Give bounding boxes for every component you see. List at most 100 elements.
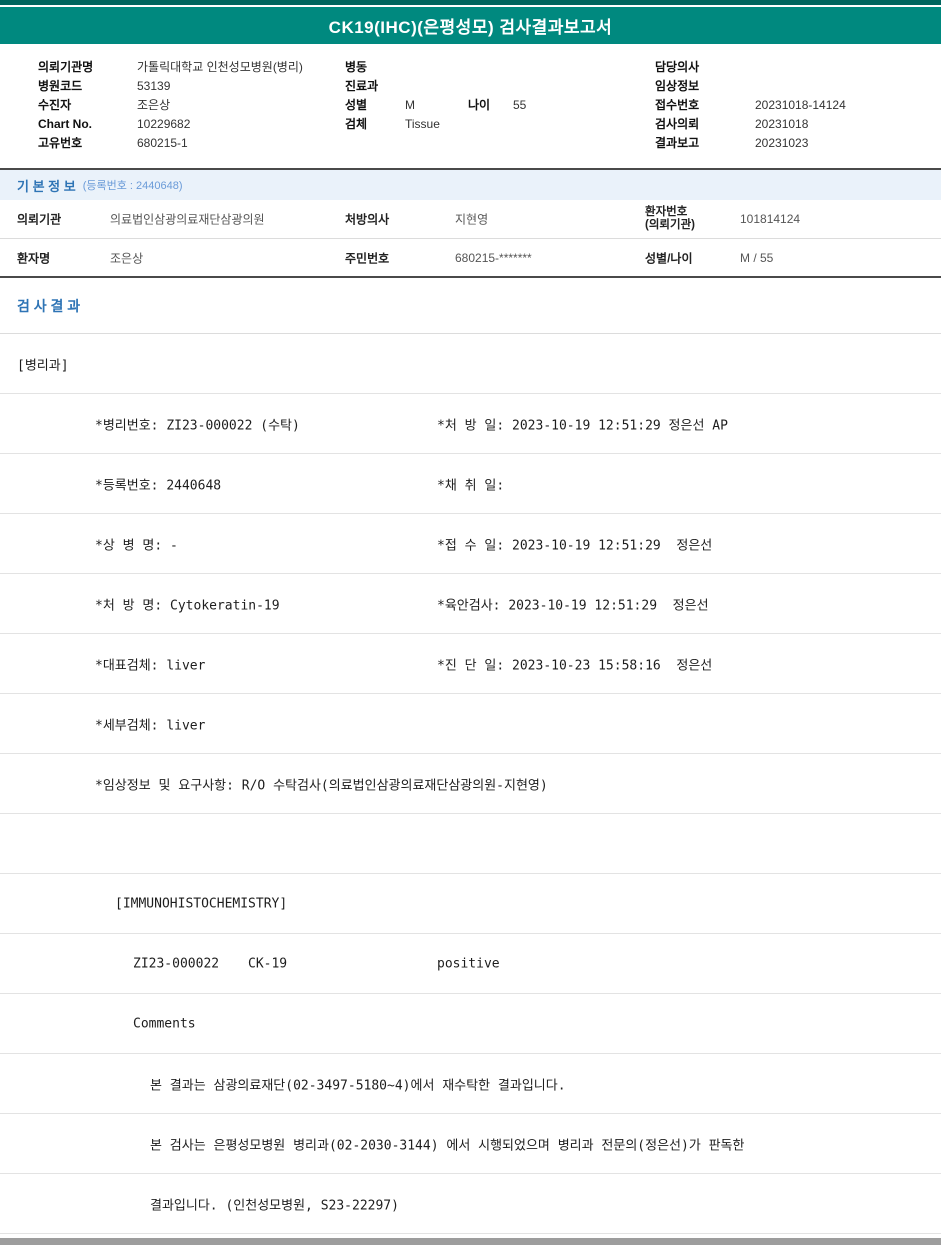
field-label: 검사의뢰 (655, 117, 700, 131)
field-label: 진료과 (345, 79, 379, 93)
result-row: *등록번호: 2440648 *채 취 일: (0, 454, 941, 514)
result-row: *임상정보 및 요구사항: R/O 수탁검사(의료법인삼광의료재단삼광의원-지현… (0, 754, 941, 814)
header-field-hospital-code: 병원코드 53139 (38, 76, 303, 95)
field-label: 담당의사 (655, 60, 700, 74)
report-page: CK19(IHC)(은평성모) 검사결과보고서 의뢰기관명 가톨릭대학교 인천성… (0, 0, 941, 1245)
header-field-sex-age: 성별 M 나이 55 (345, 95, 526, 114)
cell-value-patient-no: 101814124 (740, 212, 801, 226)
cell-value-requesting-org: 의료법인삼광의료재단삼광의원 (110, 212, 265, 227)
field-value-age: 55 (513, 97, 527, 112)
comment-line: 본 검사는 은평성모병원 병리과(02-2030-3144) 에서 시행되었으며… (150, 1138, 745, 1153)
field-value: 680215-1 (137, 135, 188, 150)
header-field-doctor: 담당의사 (655, 57, 846, 76)
field-label: 결과보고 (655, 136, 700, 150)
field-value: 53139 (137, 78, 171, 93)
result-row-test-result: ZI23-000022 CK-19 positive (0, 934, 941, 994)
results-section-title: 검 사 결 과 (17, 297, 81, 314)
test-name: CK-19 (248, 956, 288, 971)
header-field-request-date: 검사의뢰 20231018 (655, 114, 846, 133)
gross-exam-date: *육안검사: 2023-10-19 12:51:29 정은선 (437, 598, 709, 613)
result-row-department: [병리과] (0, 334, 941, 394)
comment-line: 본 결과는 삼광의료재단(02-3497-5180~4)에서 재수탁한 결과입니… (150, 1078, 566, 1093)
header-field-unique-no: 고유번호 680215-1 (38, 133, 303, 152)
results-body: [병리과] *병리번호: ZI23-000022 (수탁) *처 방 일: 20… (0, 334, 941, 1234)
header-field-clinical-info: 임상정보 (655, 76, 846, 95)
test-code: ZI23-000022 (133, 956, 220, 971)
field-label: 성별 (345, 98, 368, 112)
diagnosis-name: *상 병 명: - (95, 538, 178, 553)
result-row-subsection: [IMMUNOHISTOCHEMISTRY] (0, 874, 941, 934)
result-row: *상 병 명: - *접 수 일: 2023-10-19 12:51:29 정은… (0, 514, 941, 574)
immunohistochemistry-heading: [IMMUNOHISTOCHEMISTRY] (115, 896, 288, 911)
field-label: 접수번호 (655, 98, 700, 112)
result-row-comment: 본 결과는 삼광의료재단(02-3497-5180~4)에서 재수탁한 결과입니… (0, 1054, 941, 1114)
comments-label: Comments (133, 1016, 196, 1031)
field-value: 10229682 (137, 116, 191, 131)
patient-header-middle-column: 병동 진료과 성별 M 나이 55 검체 Tissue (345, 57, 526, 133)
field-label: 수진자 (38, 98, 72, 112)
result-row-comment: 결과입니다. (인천성모병원, S23-22297) (0, 1174, 941, 1234)
cell-label-line2: (의뢰기관) (645, 219, 695, 231)
bottom-accent-bar (0, 1238, 941, 1245)
cell-label-patient-name: 환자명 (17, 251, 51, 265)
field-value: 20231023 (755, 135, 809, 150)
top-accent-bar (0, 0, 941, 5)
field-value: 20231018 (755, 116, 809, 131)
registration-no: *등록번호: 2440648 (95, 478, 222, 493)
cell-label-line1: 환자번호 (645, 206, 688, 218)
result-row: *처 방 명: Cytokeratin-19 *육안검사: 2023-10-19… (0, 574, 941, 634)
prescription-date: *처 방 일: 2023-10-19 12:51:29 정은선 AP (437, 418, 728, 433)
field-label: 병원코드 (38, 79, 83, 93)
patient-header-right-column: 담당의사 임상정보 접수번호 20231018-14124 검사의뢰 20231… (655, 57, 846, 152)
field-value: 20231018-14124 (755, 97, 846, 112)
comment-line: 결과입니다. (인천성모병원, S23-22297) (150, 1198, 399, 1213)
diagnosis-date: *진 단 일: 2023-10-23 15:58:16 정은선 (437, 658, 713, 673)
cell-label-sex-age: 성별/나이 (645, 251, 693, 265)
department-label: [병리과] (17, 358, 69, 373)
header-field-accession-no: 접수번호 20231018-14124 (655, 95, 846, 114)
header-field-chart-no: Chart No. 10229682 (38, 114, 303, 133)
basic-info-section-header: 기 본 정 보 (등록번호 : 2440648) (0, 168, 941, 200)
field-label: 의뢰기관명 (38, 60, 94, 74)
basic-info-table: 의뢰기관 의료법인삼광의료재단삼광의원 처방의사 지현영 환자번호 (의뢰기관) … (0, 200, 941, 278)
basic-info-title: 기 본 정 보 (17, 178, 76, 194)
cell-label-patient-no: 환자번호 (의뢰기관) (645, 206, 695, 232)
table-row: 의뢰기관 의료법인삼광의료재단삼광의원 처방의사 지현영 환자번호 (의뢰기관) … (0, 200, 941, 238)
header-field-requesting-org: 의뢰기관명 가톨릭대학교 인천성모병원(병리) (38, 57, 303, 76)
header-field-specimen: 검체 Tissue (345, 114, 526, 133)
field-label: 고유번호 (38, 136, 83, 150)
header-field-report-date: 결과보고 20231023 (655, 133, 846, 152)
results-section-header: 검 사 결 과 (0, 278, 941, 334)
clinical-info-request: *임상정보 및 요구사항: R/O 수탁검사(의료법인삼광의료재단삼광의원-지현… (95, 778, 548, 793)
field-label-age: 나이 (468, 98, 491, 112)
cell-label-prescribing-doctor: 처방의사 (345, 212, 390, 227)
cell-value-patient-name: 조은상 (110, 251, 144, 265)
field-label: 검체 (345, 117, 368, 131)
detail-specimen: *세부검체: liver (95, 718, 206, 733)
field-value-sex: M (405, 97, 415, 112)
table-row: 환자명 조은상 주민번호 680215-******* 성별/나이 M / 55 (0, 238, 941, 276)
cell-value-resident-no: 680215-******* (455, 250, 532, 265)
header-field-ward: 병동 (345, 57, 526, 76)
report-title-band: CK19(IHC)(은평성모) 검사결과보고서 (0, 7, 941, 44)
pathology-no: *병리번호: ZI23-000022 (수탁) (95, 418, 300, 433)
patient-header-left-column: 의뢰기관명 가톨릭대학교 인천성모병원(병리) 병원코드 53139 수진자 조… (38, 57, 303, 152)
header-field-department: 진료과 (345, 76, 526, 95)
field-value: Tissue (405, 116, 440, 131)
result-row: *대표검체: liver *진 단 일: 2023-10-23 15:58:16… (0, 634, 941, 694)
result-row: *세부검체: liver (0, 694, 941, 754)
field-value: 조은상 (137, 98, 171, 112)
cell-value-sex-age: M / 55 (740, 250, 774, 265)
field-label: 임상정보 (655, 79, 700, 93)
field-value: 가톨릭대학교 인천성모병원(병리) (137, 60, 303, 74)
basic-info-registration-no: (등록번호 : 2440648) (82, 180, 183, 192)
field-label: Chart No. (38, 116, 92, 131)
header-field-patient-name: 수진자 조은상 (38, 95, 303, 114)
report-title: CK19(IHC)(은평성모) 검사결과보고서 (328, 18, 613, 37)
collection-date: *채 취 일: (437, 478, 505, 493)
test-result-value: positive (437, 956, 500, 971)
cell-label-resident-no: 주민번호 (345, 251, 390, 265)
prescription-name: *처 방 명: Cytokeratin-19 (95, 598, 280, 613)
representative-specimen: *대표검체: liver (95, 658, 206, 673)
result-row-comments-label: Comments (0, 994, 941, 1054)
